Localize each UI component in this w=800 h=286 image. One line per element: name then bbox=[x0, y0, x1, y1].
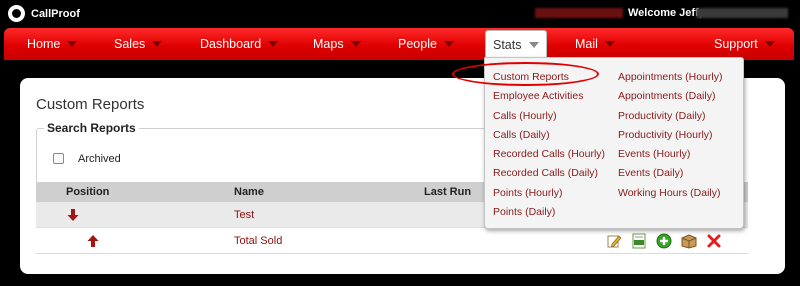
menu-item-productivity-hourly[interactable]: Productivity (Hourly) bbox=[618, 126, 722, 145]
menu-item-points-daily[interactable]: Points (Daily) bbox=[493, 203, 605, 222]
table-row: Total Sold bbox=[36, 228, 748, 254]
menu-item-calls-hourly[interactable]: Calls (Hourly) bbox=[493, 107, 605, 126]
report-name-link[interactable]: Total Sold bbox=[234, 235, 282, 247]
chevron-down-icon bbox=[528, 42, 539, 48]
export-csv-icon[interactable] bbox=[631, 233, 647, 249]
add-icon[interactable] bbox=[656, 233, 672, 249]
nav-label: Dashboard bbox=[200, 37, 262, 51]
nav-people[interactable]: People bbox=[398, 28, 454, 60]
archived-label: Archived bbox=[78, 153, 121, 165]
menu-item-appointments-daily[interactable]: Appointments (Daily) bbox=[618, 87, 722, 106]
welcome-text: Welcome Jeff, bbox=[628, 7, 702, 19]
menu-item-recorded-calls-hourly[interactable]: Recorded Calls (Hourly) bbox=[493, 145, 605, 164]
chevron-down-icon bbox=[67, 41, 78, 47]
nav-label: People bbox=[398, 37, 437, 51]
arrow-down-icon[interactable] bbox=[66, 208, 80, 222]
nav-label: Home bbox=[27, 37, 61, 51]
nav-label: Mail bbox=[575, 37, 598, 51]
arrow-up-icon[interactable] bbox=[86, 234, 100, 248]
chevron-down-icon bbox=[604, 41, 615, 47]
menu-item-productivity-daily[interactable]: Productivity (Daily) bbox=[618, 107, 722, 126]
menu-item-points-hourly[interactable]: Points (Hourly) bbox=[493, 184, 605, 203]
main-nav: Home Sales Dashboard Maps People Stats M… bbox=[4, 28, 794, 60]
search-reports-panel: Search Reports Archived bbox=[36, 121, 536, 188]
nav-stats[interactable]: Stats bbox=[485, 30, 547, 60]
column-header-last-run[interactable]: Last Run bbox=[424, 186, 471, 198]
stats-menu-left-column: Custom Reports Employee Activities Calls… bbox=[493, 68, 605, 222]
nav-mail[interactable]: Mail bbox=[575, 28, 615, 60]
chevron-down-icon bbox=[764, 41, 775, 47]
nav-label: Sales bbox=[114, 37, 146, 51]
chevron-down-icon bbox=[443, 41, 454, 47]
callproof-logo-icon bbox=[8, 5, 25, 22]
chevron-down-icon bbox=[350, 41, 361, 47]
menu-item-events-daily[interactable]: Events (Daily) bbox=[618, 164, 722, 183]
redacted-user-info bbox=[696, 8, 788, 18]
menu-item-working-hours-daily[interactable]: Working Hours (Daily) bbox=[618, 184, 722, 203]
menu-item-calls-daily[interactable]: Calls (Daily) bbox=[493, 126, 605, 145]
redacted-text bbox=[535, 8, 623, 18]
nav-label: Maps bbox=[313, 37, 344, 51]
nav-home[interactable]: Home bbox=[27, 28, 78, 60]
nav-dashboard[interactable]: Dashboard bbox=[200, 28, 279, 60]
stats-menu-right-column: Appointments (Hourly) Appointments (Dail… bbox=[618, 68, 722, 203]
nav-label: Stats bbox=[493, 38, 522, 52]
chevron-down-icon bbox=[152, 41, 163, 47]
chevron-down-icon bbox=[268, 41, 279, 47]
archive-box-icon[interactable] bbox=[681, 233, 697, 249]
stats-dropdown-menu: Custom Reports Employee Activities Calls… bbox=[484, 57, 744, 229]
nav-sales[interactable]: Sales bbox=[114, 28, 163, 60]
logo[interactable]: CallProof bbox=[8, 5, 80, 22]
row-actions bbox=[606, 233, 722, 249]
report-name-link[interactable]: Test bbox=[234, 209, 254, 221]
edit-icon[interactable] bbox=[606, 233, 622, 249]
nav-maps[interactable]: Maps bbox=[313, 28, 361, 60]
menu-item-employee-activities[interactable]: Employee Activities bbox=[493, 87, 605, 106]
archived-checkbox[interactable] bbox=[53, 153, 64, 164]
nav-support[interactable]: Support bbox=[714, 28, 775, 60]
menu-item-recorded-calls-daily[interactable]: Recorded Calls (Daily) bbox=[493, 164, 605, 183]
page-title: Custom Reports bbox=[36, 96, 145, 113]
menu-item-events-hourly[interactable]: Events (Hourly) bbox=[618, 145, 722, 164]
top-bar: CallProof Welcome Jeff, bbox=[0, 0, 800, 28]
menu-item-appointments-hourly[interactable]: Appointments (Hourly) bbox=[618, 68, 722, 87]
search-reports-legend: Search Reports bbox=[44, 121, 139, 135]
menu-item-custom-reports[interactable]: Custom Reports bbox=[493, 68, 605, 87]
column-header-name[interactable]: Name bbox=[234, 186, 264, 198]
delete-icon[interactable] bbox=[706, 233, 722, 249]
app-name: CallProof bbox=[31, 7, 80, 20]
nav-label: Support bbox=[714, 37, 758, 51]
column-header-position[interactable]: Position bbox=[66, 186, 109, 198]
